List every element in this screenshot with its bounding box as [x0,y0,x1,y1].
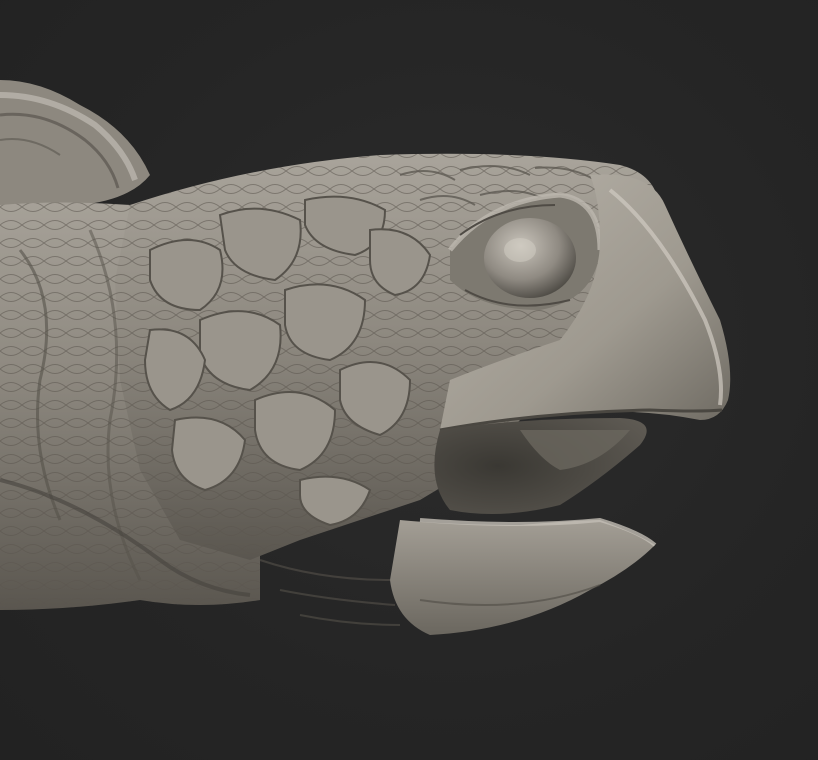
sculpt-viewport[interactable] [0,0,818,760]
throat-wrinkles [259,559,401,626]
turtle-head-sculpt [0,80,731,635]
shell-edge [0,80,150,205]
lower-jaw [390,517,657,635]
